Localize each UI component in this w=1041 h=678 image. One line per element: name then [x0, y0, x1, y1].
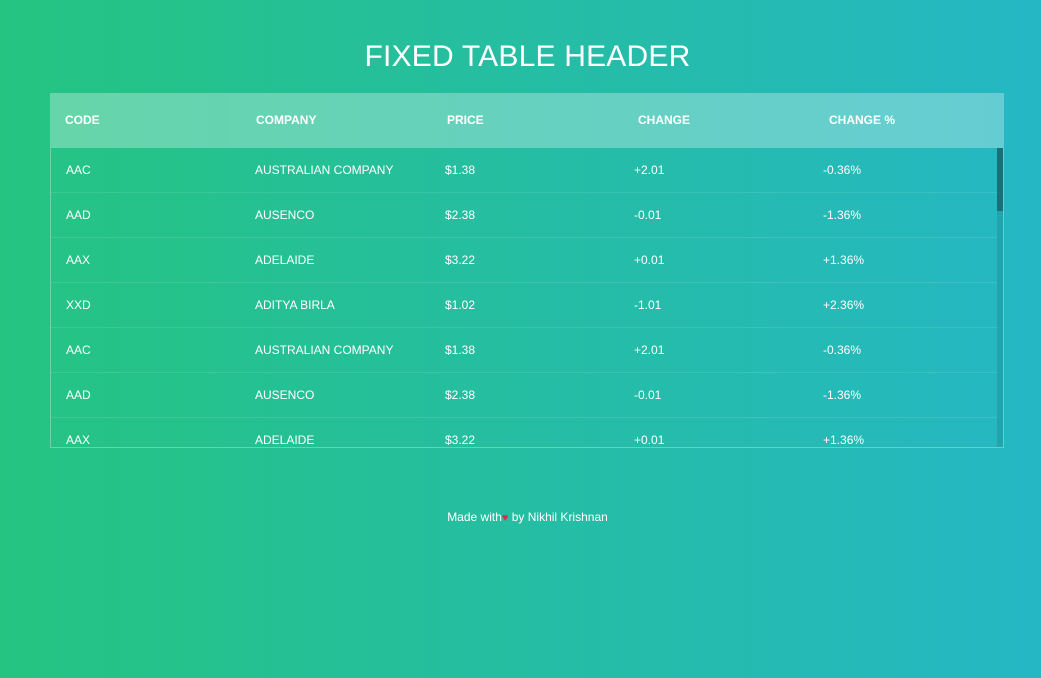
cell-change-percent: +2.36%	[823, 298, 865, 312]
header-code[interactable]: CODE	[65, 94, 100, 146]
cell-price: $3.22	[445, 433, 476, 447]
cell-change-percent: -0.36%	[823, 163, 862, 177]
table-row: AAX ADELAIDE $3.22 +0.01 +1.36%	[51, 238, 997, 283]
cell-change: +2.01	[634, 343, 665, 357]
table-body-scroll-area[interactable]: AAC AUSTRALIAN COMPANY $1.38 +2.01 -0.36…	[51, 148, 1003, 447]
fixed-header-table: CODE COMPANY PRICE CHANGE CHANGE % AAC A…	[50, 93, 1004, 448]
scrollbar-thumb[interactable]	[997, 148, 1003, 211]
cell-code: AAD	[66, 208, 91, 222]
cell-price: $1.38	[445, 343, 476, 357]
header-change-percent[interactable]: CHANGE %	[829, 94, 895, 146]
table-header: CODE COMPANY PRICE CHANGE CHANGE %	[51, 94, 1003, 148]
cell-change: +0.01	[634, 433, 665, 447]
header-price[interactable]: PRICE	[447, 94, 484, 146]
cell-price: $2.38	[445, 208, 476, 222]
cell-code: AAC	[66, 163, 91, 177]
cell-company: AUSENCO	[255, 388, 315, 402]
cell-change-percent: -1.36%	[823, 208, 862, 222]
table-row: AAC AUSTRALIAN COMPANY $1.38 +2.01 -0.36…	[51, 148, 997, 193]
cell-change: -0.01	[634, 388, 662, 402]
cell-company: AUSTRALIAN COMPANY	[255, 163, 394, 177]
table-row: AAX ADELAIDE $3.22 +0.01 +1.36%	[51, 418, 997, 447]
table-row: XXD ADITYA BIRLA $1.02 -1.01 +2.36%	[51, 283, 997, 328]
cell-code: AAD	[66, 388, 91, 402]
cell-code: AAX	[66, 253, 91, 267]
footer-credit: Made with♥ by Nikhil Krishnan	[0, 510, 1041, 524]
cell-code: AAC	[66, 343, 91, 357]
table-row: AAD AUSENCO $2.38 -0.01 -1.36%	[51, 193, 997, 238]
cell-change: +0.01	[634, 253, 665, 267]
header-company[interactable]: COMPANY	[256, 94, 316, 146]
cell-change: -0.01	[634, 208, 662, 222]
cell-company: ADITYA BIRLA	[255, 298, 335, 312]
cell-company: ADELAIDE	[255, 253, 315, 267]
vertical-scrollbar[interactable]	[997, 148, 1003, 447]
header-change[interactable]: CHANGE	[638, 94, 690, 146]
cell-code: XXD	[66, 298, 91, 312]
cell-change-percent: +1.36%	[823, 253, 865, 267]
page-title: FIXED TABLE HEADER	[364, 40, 691, 73]
footer-made-with: Made with	[447, 510, 502, 524]
table-row: AAD AUSENCO $2.38 -0.01 -1.36%	[51, 373, 997, 418]
cell-change: -1.01	[634, 298, 662, 312]
cell-company: AUSENCO	[255, 208, 315, 222]
cell-change-percent: +1.36%	[823, 433, 865, 447]
cell-price: $3.22	[445, 253, 476, 267]
cell-company: ADELAIDE	[255, 433, 315, 447]
cell-company: AUSTRALIAN COMPANY	[255, 343, 394, 357]
cell-price: $1.02	[445, 298, 476, 312]
cell-code: AAX	[66, 433, 91, 447]
cell-change-percent: -0.36%	[823, 343, 862, 357]
cell-change: +2.01	[634, 163, 665, 177]
table-row: AAC AUSTRALIAN COMPANY $1.38 +2.01 -0.36…	[51, 328, 997, 373]
cell-change-percent: -1.36%	[823, 388, 862, 402]
cell-price: $1.38	[445, 163, 476, 177]
footer-author: by Nikhil Krishnan	[508, 510, 608, 524]
cell-price: $2.38	[445, 388, 476, 402]
